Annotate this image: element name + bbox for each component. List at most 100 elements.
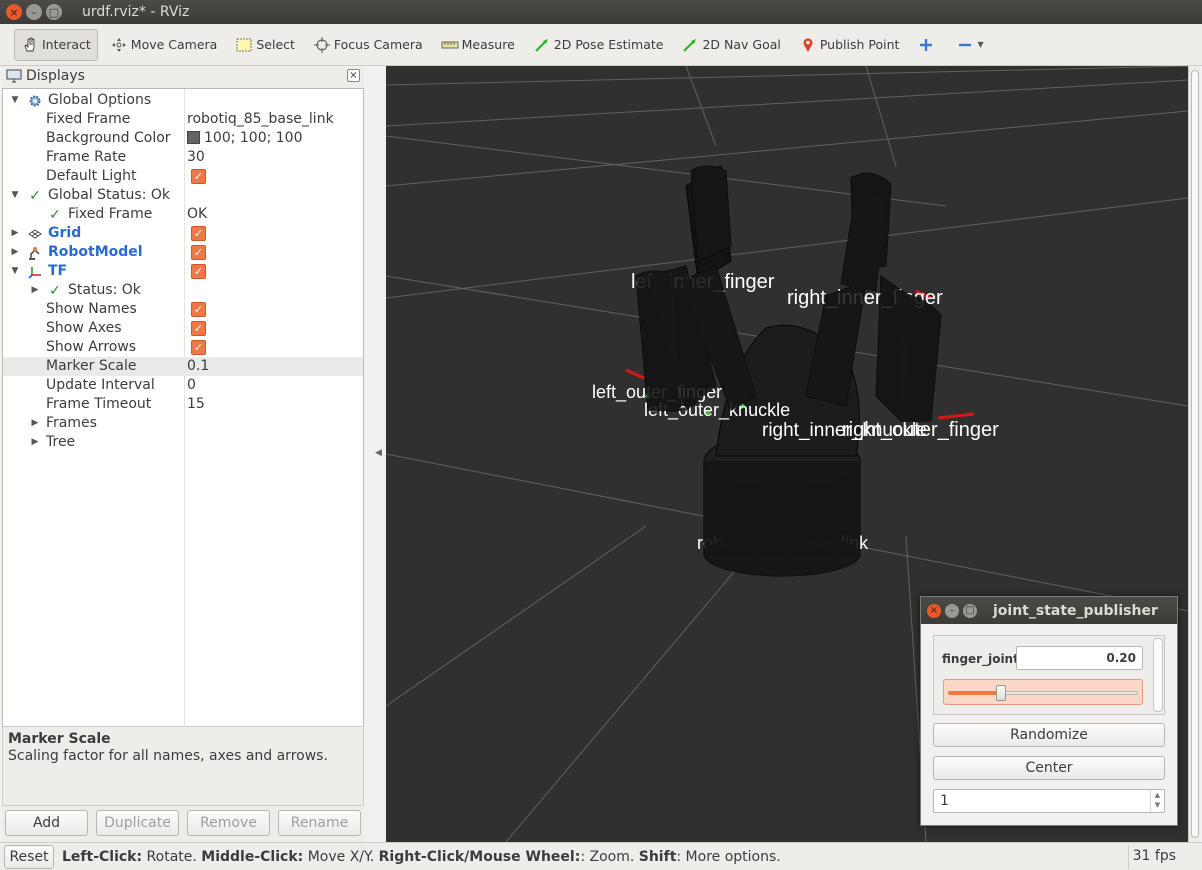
view-scrollbar[interactable]	[1188, 66, 1200, 842]
tree-row-frame-rate[interactable]: Frame Rate 30	[3, 148, 363, 167]
nav-arrow-icon	[681, 37, 699, 53]
displays-panel-title: Displays	[26, 68, 85, 84]
grid-checkbox[interactable]: ✓	[191, 226, 206, 241]
tree-row-marker-scale[interactable]: Marker Scale 0.1	[3, 357, 363, 376]
tool-publish-point[interactable]: Publish Point	[793, 29, 906, 61]
window-close-button[interactable]: ×	[6, 4, 22, 20]
expand-arrow-icon[interactable]: ▶	[29, 281, 41, 300]
jsp-titlebar: × – □ joint_state_publisher	[921, 597, 1177, 624]
reset-button[interactable]: Reset	[4, 844, 54, 869]
robot-icon	[27, 245, 43, 261]
jsp-minimize-button[interactable]: –	[945, 603, 959, 618]
tool-2d-nav-goal[interactable]: 2D Nav Goal	[675, 29, 786, 61]
checkmark-icon: ✓	[29, 188, 41, 204]
tree-row-show-arrows[interactable]: Show Arrows ✓	[3, 338, 363, 357]
tf-checkbox[interactable]: ✓	[191, 264, 206, 279]
property-description: Marker Scale Scaling factor for all name…	[2, 726, 364, 806]
expand-arrow-icon[interactable]: ▶	[29, 433, 41, 452]
tree-row-default-light[interactable]: Default Light ✓	[3, 167, 363, 186]
jsp-title: joint_state_publisher	[993, 602, 1158, 619]
slider-handle[interactable]	[996, 685, 1006, 701]
monitor-icon	[6, 69, 22, 83]
tool-interact[interactable]: Interact	[14, 28, 98, 61]
spinbox[interactable]: 1 ▲ ▼	[933, 789, 1165, 813]
checkmark-icon: ✓	[49, 207, 61, 223]
tree-row-tf[interactable]: ▼ TF ✓	[3, 262, 363, 281]
select-icon	[235, 37, 253, 53]
window-maximize-button[interactable]: □	[46, 4, 62, 20]
show-names-checkbox[interactable]: ✓	[191, 302, 206, 317]
pin-icon	[799, 37, 817, 53]
checkmark-icon: ✓	[49, 283, 61, 299]
mouse-hint: Left-Click: Rotate. Middle-Click: Move X…	[62, 848, 781, 865]
robotmodel-checkbox[interactable]: ✓	[191, 245, 206, 260]
joint-group: finger_joint 0.20	[933, 635, 1165, 715]
window-minimize-button[interactable]: –	[26, 4, 42, 20]
toolbar: Interact Move Camera Select Focus Camera…	[0, 24, 1202, 66]
displays-buttons: Add Duplicate Remove Rename	[2, 810, 364, 838]
tree-row-status-fixed-frame[interactable]: ✓ Fixed Frame OK	[3, 205, 363, 224]
focus-camera-icon	[313, 36, 331, 53]
tree-row-background-color[interactable]: Background Color 100; 100; 100	[3, 129, 363, 148]
tree-row-robotmodel[interactable]: ▶ RobotModel ✓	[3, 243, 363, 262]
expand-arrow-icon[interactable]: ▶	[29, 414, 41, 433]
center-button[interactable]: Center	[933, 756, 1165, 780]
show-arrows-checkbox[interactable]: ✓	[191, 340, 206, 355]
expand-arrow-icon[interactable]: ▶	[9, 243, 21, 262]
joint-state-publisher-window: × – □ joint_state_publisher finger_joint…	[920, 596, 1178, 826]
tree-row-grid[interactable]: ▶ Grid ✓	[3, 224, 363, 243]
tree-row-update-interval[interactable]: Update Interval 0	[3, 376, 363, 395]
joint-slider[interactable]	[943, 679, 1143, 705]
expand-arrow-icon[interactable]: ▼	[9, 262, 21, 281]
chevron-down-icon: ▼	[977, 40, 984, 49]
remove-tool-button[interactable]: ▼	[950, 29, 989, 61]
tree-row-frame-timeout[interactable]: Frame Timeout 15	[3, 395, 363, 414]
jsp-close-button[interactable]: ×	[927, 603, 941, 618]
tree-row-tree[interactable]: ▶ Tree	[3, 433, 363, 452]
spin-arrows-icon[interactable]: ▲ ▼	[1150, 790, 1164, 812]
expand-arrow-icon[interactable]: ▼	[9, 91, 21, 110]
ruler-icon	[441, 37, 459, 53]
randomize-button[interactable]: Randomize	[933, 723, 1165, 747]
tool-2d-pose-estimate[interactable]: 2D Pose Estimate	[527, 29, 670, 61]
joint-value-field[interactable]: 0.20	[1016, 646, 1143, 670]
color-swatch	[187, 131, 200, 144]
fps-readout: 31 fps	[1127, 845, 1180, 869]
add-button[interactable]: Add	[5, 810, 88, 836]
expand-arrow-icon[interactable]: ▼	[9, 186, 21, 205]
add-tool-button[interactable]	[911, 29, 944, 61]
tree-row-fixed-frame[interactable]: Fixed Frame robotiq_85_base_link	[3, 110, 363, 129]
close-panel-icon[interactable]: ×	[347, 69, 360, 82]
tree-row-show-axes[interactable]: Show Axes ✓	[3, 319, 363, 338]
minus-icon	[956, 37, 974, 53]
tree-row-frames[interactable]: ▶ Frames	[3, 414, 363, 433]
plus-icon	[917, 37, 935, 53]
tree-row-global-options[interactable]: ▼ Global Options	[3, 91, 363, 110]
displays-panel: Displays × ▼ Global Options Fixed Frame …	[2, 66, 364, 842]
show-axes-checkbox[interactable]: ✓	[191, 321, 206, 336]
tree-row-show-names[interactable]: Show Names ✓	[3, 300, 363, 319]
tree-row-global-status[interactable]: ▼ ✓ Global Status: Ok	[3, 186, 363, 205]
tool-select[interactable]: Select	[229, 29, 301, 61]
joint-list-scrollbar[interactable]	[1153, 638, 1163, 712]
collapse-left-icon[interactable]: ◀	[375, 448, 385, 458]
tree-row-tf-status[interactable]: ▶ ✓ Status: Ok	[3, 281, 363, 300]
rename-button[interactable]: Rename	[278, 810, 361, 836]
joint-name-label: finger_joint	[942, 652, 1019, 666]
tool-move-camera[interactable]: Move Camera	[104, 29, 224, 61]
status-bar: Reset Left-Click: Rotate. Middle-Click: …	[0, 842, 1202, 870]
grid-icon	[27, 226, 43, 242]
tool-focus-camera[interactable]: Focus Camera	[307, 29, 429, 61]
expand-arrow-icon[interactable]: ▶	[9, 224, 21, 243]
label-right-outer-finger: right_outer_finger	[842, 419, 999, 441]
displays-tree: ▼ Global Options Fixed Frame robotiq_85_…	[2, 88, 364, 784]
duplicate-button[interactable]: Duplicate	[96, 810, 179, 836]
hand-icon	[21, 37, 39, 53]
move-camera-icon	[110, 37, 128, 53]
jsp-maximize-button[interactable]: □	[963, 603, 977, 618]
displays-panel-header: Displays ×	[2, 66, 364, 86]
tool-measure[interactable]: Measure	[435, 29, 521, 61]
remove-button[interactable]: Remove	[187, 810, 270, 836]
default-light-checkbox[interactable]: ✓	[191, 169, 206, 184]
window-title: urdf.rviz* - RViz	[82, 4, 190, 20]
